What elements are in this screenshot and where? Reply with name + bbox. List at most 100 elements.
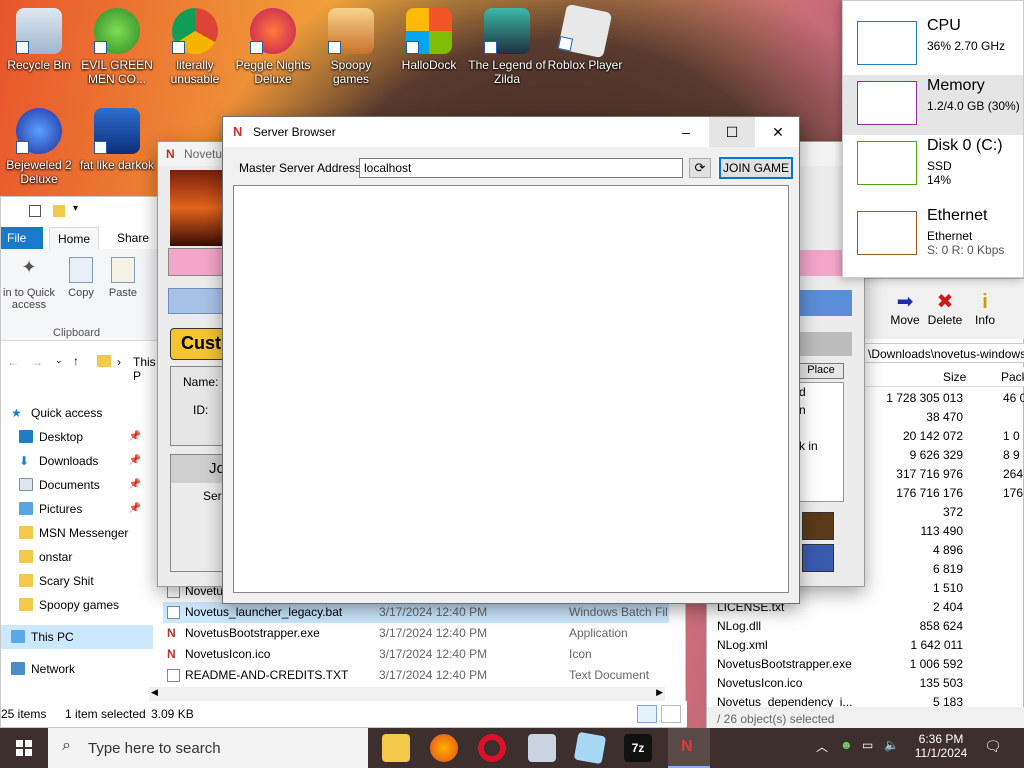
start-button[interactable] [0,728,48,768]
item-thumbnail[interactable] [802,544,834,572]
sidebar-item-desktop[interactable]: Desktop 📌 [1,425,153,449]
folder-icon [19,574,33,587]
desktop-icon-hallodock[interactable]: HalloDock [390,8,468,72]
copy-button[interactable]: Copy [63,257,99,299]
windows-logo-icon [406,8,452,54]
sidebar-item-quick-access[interactable]: ★ Quick access [1,401,153,425]
place-tab[interactable]: Place [798,363,844,379]
server-list[interactable] [233,185,789,593]
taskbar-opera-icon[interactable] [478,734,506,762]
folder-icon [328,8,374,54]
taskbar-novetus-button[interactable]: N [668,728,710,768]
desktop-icon-spoopy-games[interactable]: Spoopy games [312,8,390,86]
launcher-blue-bar [168,288,226,314]
desktop-icon-literally-unusable[interactable]: literally unusable [156,8,234,86]
scroll-right-icon[interactable]: ▶ [656,687,663,698]
new-folder-icon[interactable] [53,205,65,217]
performance-item-cpu[interactable]: CPU 36% 2.70 GHz [843,15,1023,75]
desktop-icon-legend-of-zilda[interactable]: The Legend of Zilda [468,8,546,86]
list-item[interactable]: N NovetusBootstrapper.exe 3/17/2024 12:4… [163,623,669,644]
customize-tab[interactable]: Cust [170,328,226,360]
taskbar-explorer-icon[interactable] [382,734,410,762]
desktop-icon-evil-green-men[interactable]: EVIL GREEN MEN CO... [78,8,156,86]
msn-people-icon [94,8,140,54]
recycle-bin-icon [16,8,62,54]
clipboard-group-label: Clipboard [53,327,101,339]
taskbar-app-icon[interactable] [573,731,607,765]
search-icon: ⌕ [62,737,71,754]
notifications-icon[interactable]: 🗨 [984,738,1002,755]
sidebar-item-pictures[interactable]: Pictures 📌 [1,497,153,521]
network-tray-icon[interactable]: ▭ [862,738,873,752]
performance-item-ethernet[interactable]: Ethernet Ethernet S: 0 R: 0 Kbps [843,205,1023,271]
taskbar-firefox-icon[interactable] [430,734,458,762]
list-item[interactable]: N NovetusIcon.ico 3/17/2024 12:40 PM Ico… [163,644,669,665]
launcher-pink-bar [168,248,226,276]
sidebar-item-downloads[interactable]: ⬇ Downloads 📌 [1,449,153,473]
tab-share[interactable]: Share [109,227,157,249]
details-view-icon[interactable] [637,705,657,723]
ribbon-tabs: File Home Share [1,227,161,249]
desktop-icon-peggle[interactable]: Peggle Nights Deluxe [234,8,312,86]
taskbar-7zip-icon[interactable]: 7z [624,734,652,762]
player-info-panel: Name: ID: [170,366,226,446]
sidebar-item-this-pc[interactable]: This PC [1,625,153,649]
list-item[interactable]: README-AND-CREDITS.TXT 3/17/2024 12:40 P… [163,665,669,686]
tab-file[interactable]: File [1,227,43,249]
ribbon: ✦ in to Quick access Copy Paste Clipboar… [1,249,161,341]
forward-arrow-icon[interactable]: → [31,355,43,369]
paste-icon [111,257,135,283]
msn-tray-icon[interactable]: ☻ [840,738,853,752]
pin-quick-access-button[interactable]: ✦ in to Quick access [1,257,57,311]
move-button[interactable]: ➡ Move [885,291,925,327]
taskbar-app-icon[interactable] [528,734,556,762]
path-bar[interactable]: \Downloads\novetus-windows\ [863,343,1024,363]
chevron-down-icon[interactable]: ▾ [73,203,78,214]
search-placeholder: Type here to search [88,740,221,757]
sidebar-item-network[interactable]: Network [1,657,153,681]
pin-icon: 📌 [128,431,141,442]
desktop-icon-fat-like-darkok[interactable]: fat like darkok [78,108,156,172]
status-bar: 25 items 1 item selected 3.09 KB [1,701,687,727]
info-button[interactable]: i Info [969,291,1001,327]
list-item[interactable]: NLog.dll 858 624 [707,617,1024,636]
desktop-icon-recycle-bin[interactable]: Recycle Bin [0,8,78,72]
sidebar-item-msn-messenger[interactable]: MSN Messenger [1,521,153,545]
search-box[interactable]: ⌕ Type here to search [48,728,368,768]
list-item[interactable]: NovetusIcon.ico 135 503 [707,674,1024,693]
clock[interactable]: 6:36 PM 11/1/2024 [908,732,974,760]
list-item[interactable]: NLog.xml 1 642 011 [707,636,1024,655]
column-size[interactable]: Size [943,367,966,387]
properties-check-icon[interactable] [29,205,41,217]
desktop-icon-bejeweled[interactable]: Bejeweled 2 Deluxe [0,108,78,186]
list-item[interactable]: Novetus_launcher_legacy.bat 3/17/2024 12… [163,602,669,623]
sidebar-item-scary-shit[interactable]: Scary Shit [1,569,153,593]
join-game-button[interactable]: JOIN GAME [719,157,793,179]
show-hidden-icons-chevron-icon[interactable]: ︿ [816,738,828,755]
minimize-button[interactable]: – [663,117,709,147]
close-button[interactable]: ✕ [755,117,801,147]
delete-button[interactable]: ✖ Delete [925,291,965,327]
large-icons-view-icon[interactable] [661,705,681,723]
volume-icon[interactable]: 🔈 [884,738,899,752]
paste-button[interactable]: Paste [105,257,141,299]
sidebar-item-documents[interactable]: Documents 📌 [1,473,153,497]
up-arrow-icon[interactable]: ↑ [73,354,79,368]
performance-item-disk[interactable]: Disk 0 (C:) SSD 14% [843,135,1023,201]
recent-chevron-icon[interactable]: ⌄ [55,355,63,366]
master-server-input[interactable]: localhost [359,158,683,178]
sidebar-item-spoopy-games[interactable]: Spoopy games [1,593,153,617]
pin-icon: 📌 [128,455,141,466]
back-arrow-icon[interactable]: ← [7,355,19,369]
refresh-button[interactable]: ⟳ [689,158,711,178]
item-thumbnail[interactable] [802,512,834,540]
performance-item-memory[interactable]: Memory 1.2/4.0 GB (30%) [843,75,1023,135]
list-item[interactable]: NovetusBootstrapper.exe 1 006 592 [707,655,1024,674]
scroll-left-icon[interactable]: ◀ [151,687,158,698]
column-pack[interactable]: Pack [1001,367,1024,387]
desktop-icon-roblox-player[interactable]: Roblox Player [546,3,624,72]
maximize-button[interactable]: ☐ [709,117,755,147]
sidebar-item-onstar[interactable]: onstar [1,545,153,569]
horizontal-scrollbar[interactable]: ◀ ▶ [149,687,665,701]
tab-home[interactable]: Home [49,227,100,249]
